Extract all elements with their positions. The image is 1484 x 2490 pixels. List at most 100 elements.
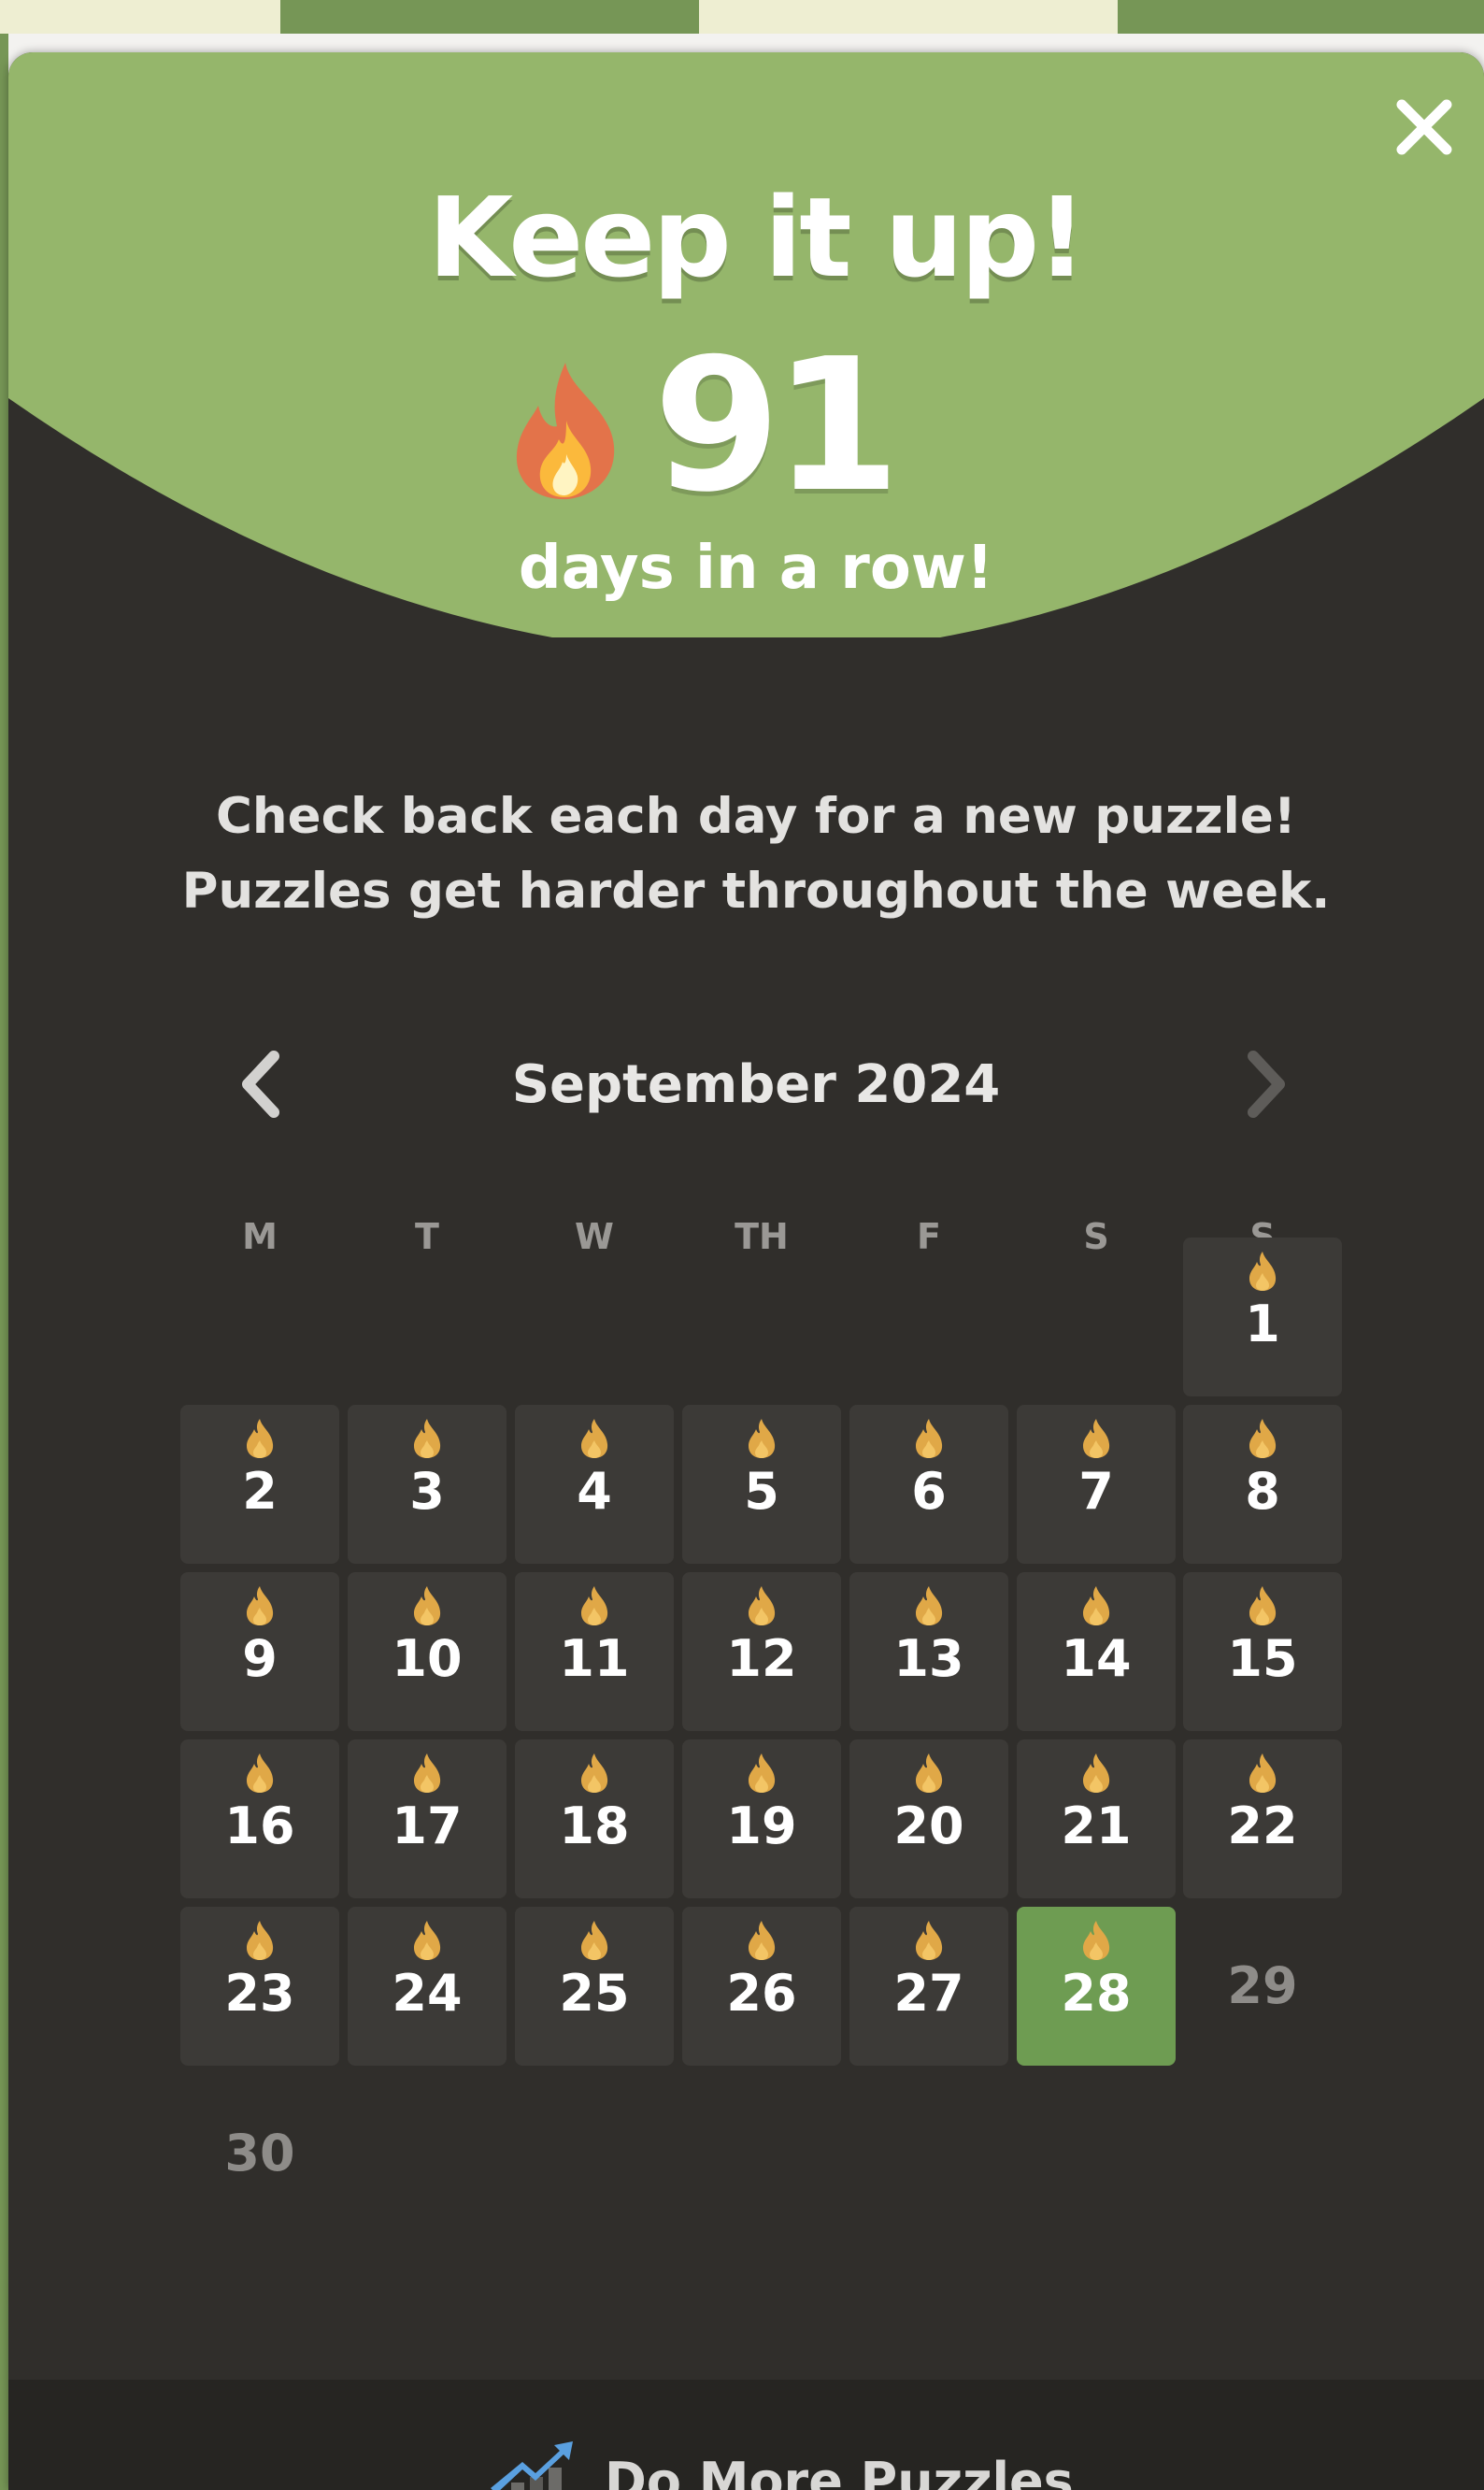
day-number: 11 [559,1629,630,1688]
calendar-day-8[interactable]: 8 [1183,1405,1342,1564]
flame-icon [1083,1586,1110,1625]
flame-icon [749,1419,776,1458]
weekday-label: M [242,1216,278,1257]
calendar-day-10[interactable]: 10 [348,1572,507,1731]
day-number: 2 [242,1462,278,1521]
flame-icon [749,1586,776,1625]
day-number: 30 [224,2124,295,2182]
calendar-day-18[interactable]: 18 [515,1739,674,1898]
calendar-day-3[interactable]: 3 [348,1405,507,1564]
weekday-label: T [415,1216,439,1257]
next-month-button[interactable] [1223,1047,1302,1122]
flame-icon [581,1586,608,1625]
flame-icon [749,1921,776,1960]
calendar-day-25[interactable]: 25 [515,1907,674,2066]
weekday-label: S [1083,1216,1109,1257]
day-number: 24 [392,1964,463,2023]
calendar-day-7[interactable]: 7 [1017,1405,1176,1564]
board-square [699,0,1118,34]
calendar-day-17[interactable]: 17 [348,1739,507,1898]
flame-icon [916,1586,943,1625]
modal-title: Keep it up! [427,173,1087,302]
flame-icon [1249,1419,1277,1458]
flame-icon [414,1753,441,1793]
calendar-day-19[interactable]: 19 [682,1739,841,1898]
day-number: 14 [1061,1629,1132,1688]
day-number: 16 [224,1796,295,1855]
board-square [1118,0,1484,34]
calendar-day-14[interactable]: 14 [1017,1572,1176,1731]
calendar-day-26[interactable]: 26 [682,1907,841,2066]
day-number: 3 [409,1462,445,1521]
streak-counter: 91 [8,333,1484,520]
day-number: 9 [242,1629,278,1688]
day-number: 8 [1245,1462,1280,1521]
day-number: 1 [1245,1295,1280,1353]
info-line: Check back each day for a new puzzle! [216,788,1296,845]
calendar-day-16[interactable]: 16 [180,1739,339,1898]
calendar-day-6[interactable]: 6 [849,1405,1008,1564]
calendar-day-22[interactable]: 22 [1183,1739,1342,1898]
day-number: 15 [1227,1629,1298,1688]
day-number: 6 [911,1462,947,1521]
flame-icon [247,1419,274,1458]
board-edge [0,34,8,2490]
info-line: Puzzles get harder throughout the week. [181,863,1331,920]
calendar-day-27[interactable]: 27 [849,1907,1008,2066]
day-number: 28 [1061,1964,1132,2023]
day-number: 20 [893,1796,964,1855]
flame-icon [247,1586,274,1625]
day-number: 4 [577,1462,612,1521]
flame-icon [1249,1753,1277,1793]
day-number: 25 [559,1964,630,2023]
day-number: 7 [1078,1462,1114,1521]
calendar-day-4[interactable]: 4 [515,1405,674,1564]
weekday-label: W [575,1216,614,1257]
calendar-day-15[interactable]: 15 [1183,1572,1342,1731]
day-number: 10 [392,1629,463,1688]
flame-icon [247,1753,274,1793]
flame-icon [916,1419,943,1458]
streak-modal: Keep it up! 91 days in a row! Check back… [8,52,1484,2490]
day-number: 29 [1227,1956,1298,2015]
flame-icon [414,1586,441,1625]
day-number: 13 [893,1629,964,1688]
day-number: 22 [1227,1796,1298,1855]
flame-icon [1083,1753,1110,1793]
flame-icon [414,1921,441,1960]
flame-icon [516,363,615,500]
day-number: 26 [726,1964,797,2023]
calendar-day-21[interactable]: 21 [1017,1739,1176,1898]
day-number: 17 [392,1796,463,1855]
chart-up-icon [491,2441,573,2490]
calendar-day-12[interactable]: 12 [682,1572,841,1731]
day-number: 19 [726,1796,797,1855]
flame-icon [1249,1586,1277,1625]
calendar-day-28[interactable]: 28 [1017,1907,1176,2066]
calendar-day-11[interactable]: 11 [515,1572,674,1731]
calendar-day-5[interactable]: 5 [682,1405,841,1564]
calendar-day-23[interactable]: 23 [180,1907,339,2066]
weekday-label: TH [735,1216,789,1257]
calendar-day-29[interactable]: 29 [1183,1907,1342,2066]
day-number: 23 [224,1964,295,2023]
flame-icon [414,1419,441,1458]
calendar-header: September 2024 [8,1036,1484,1129]
flame-icon [581,1419,608,1458]
calendar-day-2[interactable]: 2 [180,1405,339,1564]
streak-label: days in a row! [518,534,994,603]
calendar-day-20[interactable]: 20 [849,1739,1008,1898]
calendar-day-13[interactable]: 13 [849,1572,1008,1731]
calendar-day-1[interactable]: 1 [1183,1238,1342,1396]
weekday-label: F [917,1216,941,1257]
do-more-puzzles-button[interactable]: Do More Puzzles [8,2380,1484,2490]
flame-icon [1249,1252,1277,1291]
close-button[interactable] [1391,93,1458,161]
flame-icon [247,1921,274,1960]
calendar-day-24[interactable]: 24 [348,1907,507,2066]
calendar-day-9[interactable]: 9 [180,1572,339,1731]
streak-count: 91 [653,320,901,533]
close-icon [1396,99,1452,155]
calendar-day-30[interactable]: 30 [180,2074,339,2233]
flame-icon [581,1921,608,1960]
